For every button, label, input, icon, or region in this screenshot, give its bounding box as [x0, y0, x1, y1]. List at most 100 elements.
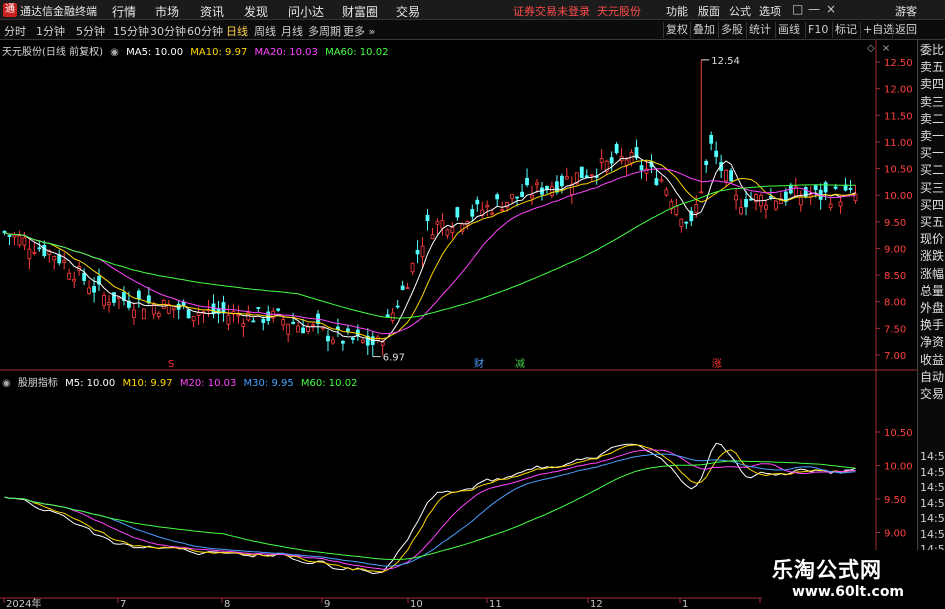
app-title: 通达信金融终端	[20, 5, 97, 18]
trade-time: 14:56	[920, 481, 945, 494]
candle-body	[112, 292, 116, 303]
window-close-icon[interactable]: ×	[826, 2, 836, 16]
candle-body	[67, 272, 72, 280]
close-chart-icon[interactable]: ×	[882, 43, 890, 54]
main-y-tick: 12.50	[884, 58, 913, 69]
user-guest[interactable]: 游客	[895, 3, 917, 19]
candle-body	[296, 325, 301, 333]
candle-body	[709, 134, 714, 144]
candle-body	[853, 193, 858, 202]
adjust-button[interactable]: 复权	[663, 22, 690, 38]
menu-item-assistant[interactable]: 问小达	[288, 3, 324, 20]
m30-label: M30: 9.95	[243, 378, 294, 389]
candle-body	[196, 312, 201, 316]
period-30min[interactable]: 30分钟	[150, 23, 186, 39]
candle-body	[92, 286, 96, 293]
candle-body	[624, 159, 629, 166]
candle-body	[450, 227, 455, 234]
window-restore-icon[interactable]: □	[792, 2, 803, 16]
event-mark[interactable]: 财	[474, 357, 484, 370]
candle-body	[694, 204, 699, 213]
side-panel-item: 收益	[920, 352, 945, 367]
ma20-label: MA20: 10.03	[254, 47, 318, 58]
candle-body	[136, 290, 141, 300]
multi-stock-button[interactable]: 多股	[718, 22, 745, 38]
period-daily[interactable]: 日线	[226, 23, 248, 39]
candle-body	[410, 262, 415, 273]
candle-body	[769, 195, 773, 198]
event-mark[interactable]: S	[168, 359, 174, 370]
menu-options[interactable]: 选项	[759, 3, 781, 19]
period-15min[interactable]: 15分钟	[113, 23, 149, 39]
menu-bar: 通 通达信金融终端 行情 市场 资讯 发现 问小达 财富圈 交易 证券交易未登录…	[0, 0, 945, 20]
candle-body	[261, 318, 266, 323]
m20-label: M20: 10.03	[179, 378, 237, 389]
candle-body	[579, 166, 584, 179]
sub-legend-settings-icon[interactable]: ◉	[2, 378, 11, 389]
menu-layout[interactable]: 版面	[698, 3, 720, 19]
sub-y-tick: 10.00	[884, 462, 913, 473]
candle-body	[614, 143, 619, 154]
side-panel-item[interactable]: 交易	[920, 388, 944, 401]
back-button[interactable]: 返回	[892, 22, 919, 38]
main-y-tick: 11.00	[884, 138, 913, 149]
chart-area[interactable]: 12.50 12.00 11.50 11.00 10.50 10.00 9.50 9.00 8.…	[0, 40, 945, 609]
candle-body	[609, 157, 614, 164]
candle-body	[52, 256, 57, 261]
mark-button[interactable]: 标记	[832, 22, 859, 38]
period-5min[interactable]: 5分钟	[76, 23, 105, 39]
sub-y-tick: 9.50	[884, 495, 906, 506]
candle-body	[251, 320, 256, 323]
candle-body	[171, 307, 176, 311]
menu-formula[interactable]: 公式	[729, 3, 751, 19]
sub-y-tick: 10.50	[884, 428, 913, 439]
side-panel-item: 涨跌	[920, 249, 945, 264]
main-y-tick: 9.00	[884, 244, 906, 255]
f10-button[interactable]: F10	[805, 22, 830, 38]
period-monthly[interactable]: 月线	[281, 23, 303, 39]
candle-body	[405, 287, 410, 290]
kline-chart[interactable]: 12.50 12.00 11.50 11.00 10.50 10.00 9.50 9.00 8.…	[0, 40, 917, 609]
candle-body	[156, 312, 161, 317]
period-intraday[interactable]: 分时	[4, 23, 26, 39]
x-axis-label: 9	[324, 599, 330, 609]
menu-item-news[interactable]: 资讯	[200, 3, 224, 20]
menu-item-market[interactable]: 行情	[112, 3, 136, 20]
candle-body	[291, 321, 296, 324]
event-mark[interactable]: 减	[515, 358, 525, 370]
period-multi[interactable]: 多周期	[308, 23, 341, 39]
quote-side-panel: 委比 卖五 卖四 卖三 卖二 卖一 买一 买二 买三 买四 买五 现价 涨跌 涨幅 总量 外盘 换手 净资 收益 自动…	[917, 40, 945, 609]
period-more[interactable]: 更多 »	[343, 23, 375, 39]
main-y-tick: 7.00	[884, 351, 906, 362]
menu-item-wealth-circle[interactable]: 财富圈	[342, 3, 378, 20]
candle-body	[639, 165, 644, 171]
menu-function[interactable]: 功能	[666, 3, 688, 19]
period-1min[interactable]: 1分钟	[36, 23, 65, 39]
menu-item-markets[interactable]: 市场	[155, 3, 179, 20]
diamond-icon[interactable]: ◇	[867, 43, 875, 54]
candle-body	[699, 191, 704, 194]
overlay-button[interactable]: 叠加	[690, 22, 717, 38]
period-weekly[interactable]: 周线	[254, 23, 276, 39]
candle-body	[734, 194, 738, 201]
candle-body	[555, 181, 559, 193]
x-axis-label: 12	[590, 599, 603, 609]
side-panel-item: 委比	[920, 43, 945, 57]
menu-item-discover[interactable]: 发现	[244, 3, 268, 20]
event-mark[interactable]: 涨	[712, 358, 722, 370]
side-panel-item: 卖三	[920, 94, 945, 109]
candle-body	[425, 214, 430, 222]
candle-body	[151, 304, 156, 315]
side-panel-item: 买二	[920, 163, 945, 178]
draw-line-button[interactable]: 画线	[775, 22, 802, 38]
window-minimize-icon[interactable]: —	[808, 2, 820, 16]
period-60min[interactable]: 60分钟	[187, 23, 223, 39]
candle-body	[141, 308, 146, 320]
statistics-button[interactable]: 统计	[746, 22, 773, 38]
main-legend-settings-icon[interactable]: ◉	[110, 47, 119, 58]
add-watchlist-button[interactable]: +自选	[860, 22, 896, 38]
login-status[interactable]: 证券交易未登录 天元股份	[513, 3, 641, 19]
candle-body	[564, 176, 569, 180]
menu-item-trade[interactable]: 交易	[396, 3, 420, 20]
side-panel-item[interactable]: 自动	[920, 370, 944, 384]
